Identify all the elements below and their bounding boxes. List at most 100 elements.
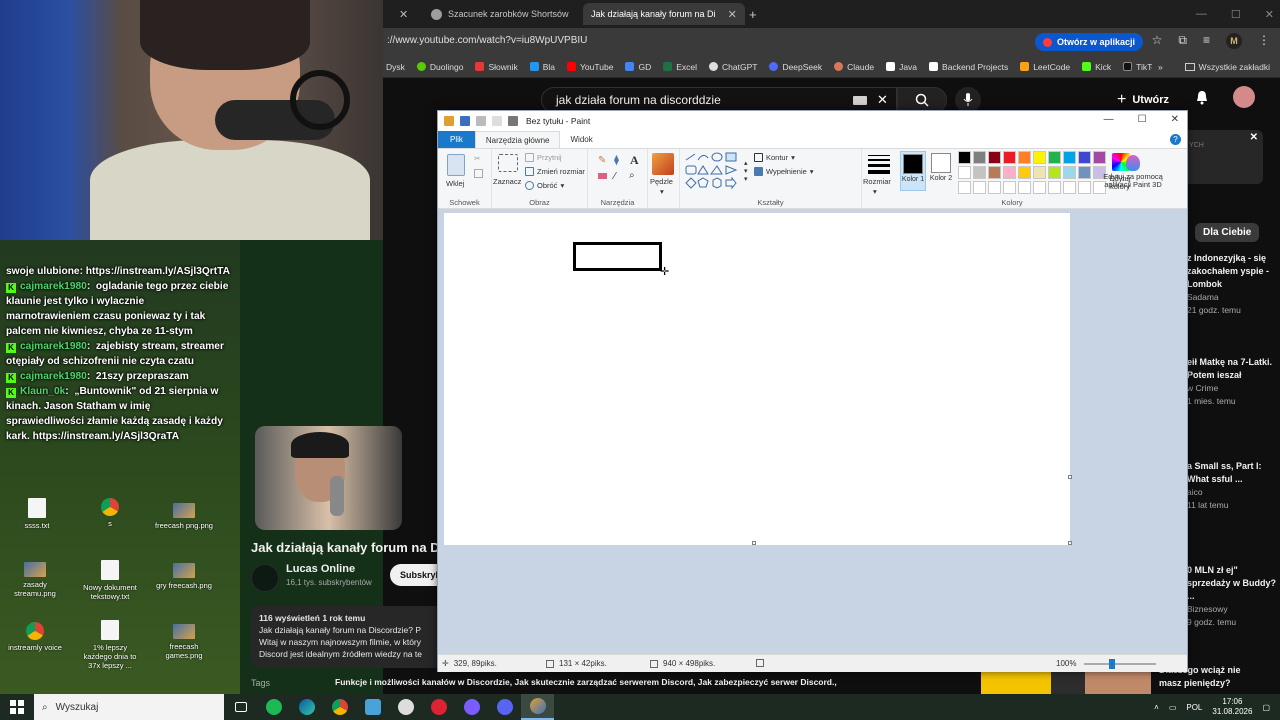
bookmark-chatgpt[interactable]: ChatGPT: [709, 62, 757, 72]
bookmark-duolingo[interactable]: Duolingo: [416, 62, 463, 72]
drawn-rectangle[interactable]: [573, 242, 662, 271]
color-swatch[interactable]: [1033, 181, 1046, 194]
app-button[interactable]: [422, 694, 455, 720]
color-swatch[interactable]: [1078, 166, 1091, 179]
select-icon[interactable]: [498, 154, 518, 172]
desktop-icon-freecash-png[interactable]: freecash png.png: [152, 503, 216, 530]
bookmark-slownik[interactable]: Słownik: [475, 62, 518, 72]
recommended-video[interactable]: eił Matkę na 7-Latki. Potem ieszał w Crim…: [1187, 356, 1277, 408]
color-swatch[interactable]: [1048, 181, 1061, 194]
channel-avatar[interactable]: [251, 564, 279, 592]
desktop-icon-nowy-dokument[interactable]: Nowy dokument tekstowy.txt: [78, 560, 142, 601]
rozmiar-button[interactable]: Rozmiar: [863, 177, 891, 186]
wklej-button[interactable]: Wklej: [446, 179, 464, 188]
fill-bucket-icon[interactable]: ⧫: [614, 155, 619, 166]
desktop-icon-gry-freecash[interactable]: gry freecash.png: [152, 563, 216, 590]
bookmark-kick[interactable]: Kick: [1082, 62, 1111, 72]
task-view-button[interactable]: [224, 694, 257, 720]
all-bookmarks[interactable]: » Wszystkie zakładki: [1151, 56, 1270, 77]
chip-dla-ciebie[interactable]: Dla Ciebie: [1195, 223, 1260, 242]
shapes-scroll[interactable]: ▴ ▾ ▾: [744, 159, 748, 183]
resize-button[interactable]: Zmień rozmiar: [525, 167, 585, 176]
video-description[interactable]: 116 wyświetleń 1 rok temu Jak działają k…: [251, 606, 437, 668]
bookmark-gd[interactable]: GD: [625, 62, 651, 72]
color-swatch[interactable]: [1033, 151, 1046, 164]
recommended-video[interactable]: 0 MLN zł ej" sprzedaży w Buddy? ... Bizne…: [1187, 564, 1277, 629]
color-1-selector[interactable]: Kolor 1: [900, 151, 926, 191]
rotate-button[interactable]: Obróć ▾: [525, 181, 564, 190]
taskbar-search[interactable]: ⌕ Wyszukaj: [34, 694, 224, 720]
desktop-icon-instreamly-voice[interactable]: instreamly voice: [3, 622, 67, 652]
reading-list-icon[interactable]: ≡: [1203, 33, 1210, 49]
maximize-icon[interactable]: ☐: [1138, 114, 1147, 125]
close-window-icon[interactable]: ✕: [1265, 8, 1274, 21]
video-thumbnail[interactable]: [981, 670, 1151, 694]
color-swatch[interactable]: [958, 151, 971, 164]
language-indicator[interactable]: POL: [1186, 703, 1202, 712]
shapes-gallery[interactable]: [684, 152, 744, 192]
kontur-dropdown[interactable]: Kontur ▾: [754, 153, 795, 162]
extensions-icon[interactable]: ⧉: [1178, 33, 1187, 49]
new-tab-button[interactable]: +: [741, 3, 765, 25]
maximize-icon[interactable]: ☐: [1231, 8, 1241, 21]
network-icon[interactable]: ▭: [1169, 703, 1177, 712]
help-icon[interactable]: ?: [1170, 134, 1181, 145]
open-in-app-button[interactable]: Otwórz w aplikacji: [1035, 33, 1144, 51]
tab-plik[interactable]: Plik: [438, 131, 475, 148]
color-swatch[interactable]: [988, 166, 1001, 179]
color-picker-icon[interactable]: ⁄: [614, 171, 616, 182]
start-button[interactable]: [0, 694, 34, 720]
color-2-selector[interactable]: Kolor 2: [928, 151, 954, 191]
minimize-icon[interactable]: —: [1196, 8, 1207, 20]
color-swatch[interactable]: [973, 181, 986, 194]
close-window-icon[interactable]: ✕: [1171, 114, 1179, 125]
color-swatch[interactable]: [1033, 166, 1046, 179]
channel-name[interactable]: Lucas Online: [286, 563, 355, 575]
color-swatch[interactable]: [1003, 151, 1016, 164]
drawing-canvas[interactable]: ✛: [444, 213, 1070, 545]
color-swatch[interactable]: [1003, 181, 1016, 194]
desktop-icon-freecash-games[interactable]: freecash games.png: [152, 624, 216, 660]
color-swatch[interactable]: [988, 151, 1001, 164]
tab-szacunek[interactable]: Szacunek zarobków Shortsów✕: [423, 3, 606, 25]
color-swatch[interactable]: [1003, 166, 1016, 179]
bookmark-excel[interactable]: Excel: [663, 62, 697, 72]
wypelnienie-dropdown[interactable]: Wypełnienie ▾: [754, 167, 814, 176]
save-icon[interactable]: [460, 116, 470, 126]
bookmark-backend-projects[interactable]: Backend Projects: [929, 62, 1008, 72]
desktop-icon-ssss[interactable]: ssss.txt: [5, 498, 69, 530]
close-icon[interactable]: ✕: [728, 8, 737, 21]
cut-icon[interactable]: ✂: [474, 154, 480, 163]
app-button[interactable]: [455, 694, 488, 720]
paint3d-button[interactable]: Edytuj za pomocą aplikacji Paint 3D: [1096, 149, 1170, 209]
desktop-icon-1-lepszy[interactable]: 1% lepszy każdego dnia to 37x lepszy ...: [78, 620, 142, 670]
bookmark-dysk[interactable]: Dysk: [386, 62, 405, 72]
pedzle-button[interactable]: Pędzle: [650, 177, 673, 186]
redo-icon[interactable]: [492, 116, 502, 126]
color-swatch[interactable]: [1048, 151, 1061, 164]
chevron-up-icon[interactable]: ˄: [1154, 703, 1159, 712]
notifications-icon[interactable]: ▢: [1262, 703, 1270, 712]
zaznacz-button[interactable]: Zaznacz: [493, 177, 521, 186]
keyboard-icon[interactable]: [853, 95, 867, 105]
crop-button[interactable]: Przytnij: [525, 153, 562, 162]
color-swatch[interactable]: [958, 166, 971, 179]
bookmark-star-icon[interactable]: ☆: [1152, 33, 1163, 49]
paste-icon[interactable]: [447, 154, 465, 176]
tab-close-prev[interactable]: ✕: [387, 3, 416, 25]
zoom-thumb[interactable]: [1109, 659, 1115, 669]
discord-button[interactable]: [488, 694, 521, 720]
color-swatch[interactable]: [973, 151, 986, 164]
menu-dots-icon[interactable]: ⋮: [1258, 33, 1270, 49]
color-swatch[interactable]: [1063, 181, 1076, 194]
clear-search-icon[interactable]: ✕: [877, 92, 888, 108]
color-swatch[interactable]: [958, 181, 971, 194]
tab-narzedzia-glowne[interactable]: Narzędzia główne: [474, 131, 561, 148]
pencil-icon[interactable]: ✎: [598, 155, 606, 166]
app-button[interactable]: [356, 694, 389, 720]
youtube-avatar[interactable]: [1233, 86, 1255, 108]
bookmark-youtube[interactable]: YouTube: [567, 62, 613, 72]
color-swatch[interactable]: [1078, 151, 1091, 164]
undo-icon[interactable]: [476, 116, 486, 126]
size-icon[interactable]: [868, 155, 890, 174]
